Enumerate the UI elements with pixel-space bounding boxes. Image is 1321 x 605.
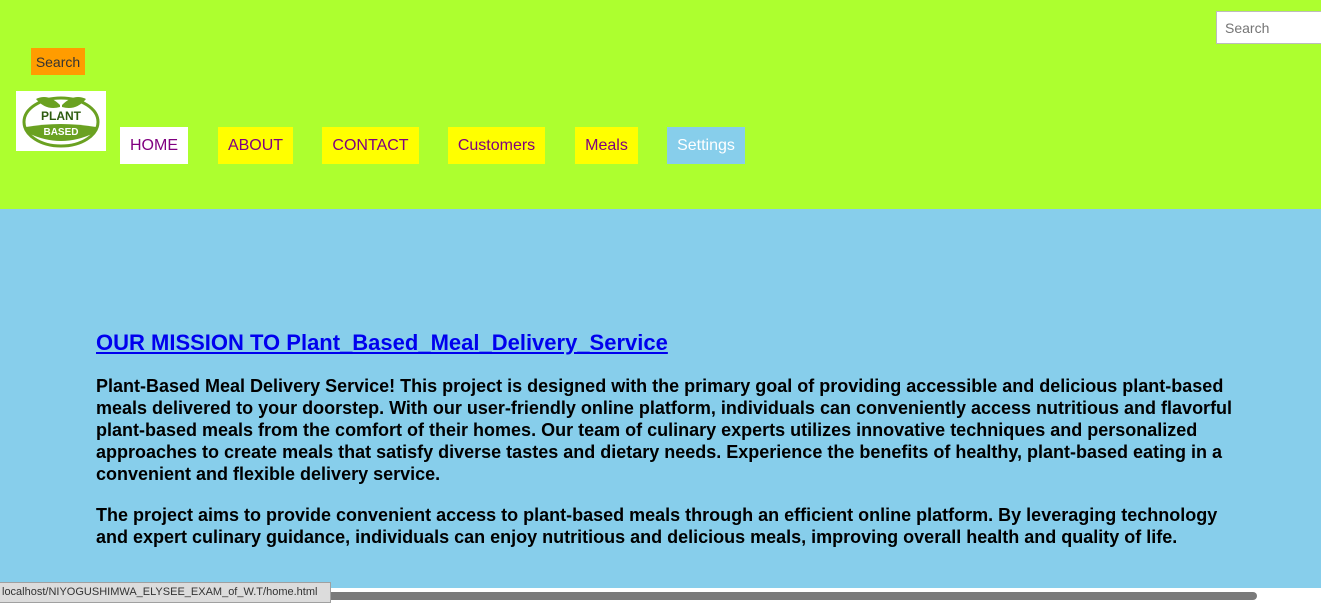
search-button[interactable]: Search <box>31 48 85 75</box>
nav-about[interactable]: ABOUT <box>218 127 293 164</box>
nav-contact[interactable]: CONTACT <box>322 127 419 164</box>
nav-home[interactable]: HOME <box>120 127 188 164</box>
nav-customers[interactable]: Customers <box>448 127 545 164</box>
logo-text-plant: PLANT <box>41 109 82 123</box>
site-header: Search PLANT BASED HOME ABOUT CONTACT Cu… <box>0 0 1321 209</box>
logo-text-based: BASED <box>43 127 78 138</box>
mission-title-link[interactable]: OUR MISSION TO Plant_Based_Meal_Delivery… <box>96 328 668 358</box>
mission-section: OUR MISSION TO Plant_Based_Meal_Delivery… <box>96 328 1246 548</box>
status-bar-url: localhost/NIYOGUSHIMWA_ELYSEE_EXAM_of_W.… <box>0 582 331 603</box>
plant-based-logo: PLANT BASED <box>16 91 106 151</box>
mission-paragraph-1: Plant-Based Meal Delivery Service! This … <box>96 376 1233 484</box>
nav-settings[interactable]: Settings <box>667 127 745 164</box>
plant-leaf-logo-icon: PLANT BASED <box>22 96 100 148</box>
mission-paragraph-2: The project aims to provide convenient a… <box>96 505 1218 547</box>
search-input[interactable] <box>1216 11 1321 44</box>
nav-meals[interactable]: Meals <box>575 127 638 164</box>
